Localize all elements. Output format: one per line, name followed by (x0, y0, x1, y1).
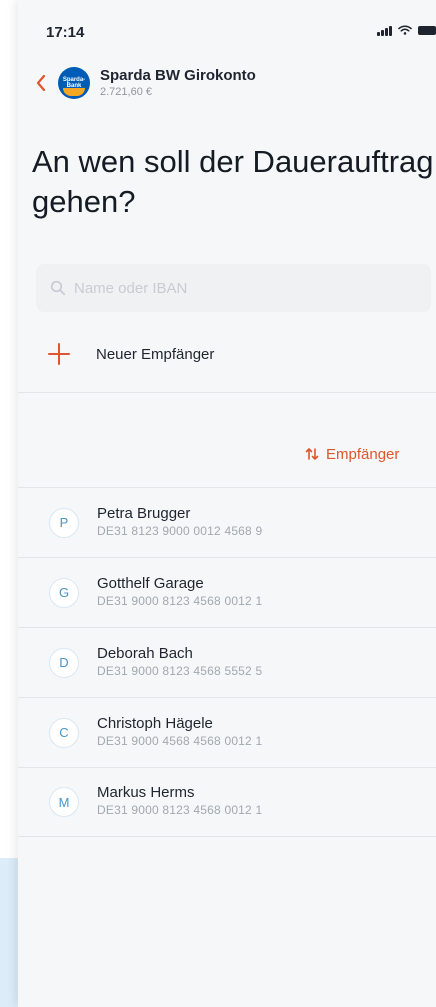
new-recipient-label: Neuer Empfänger (96, 345, 215, 363)
page-title: An wen soll der Dauerauftrag gehen? (32, 144, 434, 219)
sort-button[interactable]: Empfänger (304, 440, 399, 468)
recipient-row[interactable]: G Gotthelf Garage DE31 9000 8123 4568 00… (18, 557, 436, 627)
plus-icon (48, 343, 70, 365)
account-name: Sparda BW Girokonto (100, 67, 256, 84)
sort-label: Empfänger (326, 445, 400, 463)
status-time: 17:14 (46, 24, 85, 41)
recipient-details: Gotthelf Garage DE31 9000 8123 4568 0012… (97, 574, 262, 609)
recipient-row[interactable]: M Markus Herms DE31 9000 8123 4568 0012 … (18, 767, 436, 837)
chevron-left-icon[interactable] (32, 72, 50, 94)
recipient-details: Petra Brugger DE31 8123 9000 0012 4568 9 (97, 504, 262, 539)
recipient-iban: DE31 9000 8123 4568 0012 1 (97, 803, 263, 817)
status-icons (377, 24, 436, 36)
recipient-name: Christoph Hägele (97, 714, 213, 732)
avatar: P (49, 507, 79, 538)
recipient-list: P Petra Brugger DE31 8123 9000 0012 4568… (18, 487, 436, 837)
background-accent (0, 858, 18, 1007)
battery-icon (418, 25, 436, 35)
new-recipient-button[interactable]: Neuer Empfänger (18, 330, 436, 378)
recipient-iban: DE31 9000 4568 4568 0012 1 (97, 733, 263, 748)
bank-logo: Sparda-Bank (58, 67, 90, 99)
search-icon (50, 280, 66, 296)
sort-icon (305, 448, 319, 460)
recipient-iban: DE31 8123 9000 0012 4568 9 (97, 523, 263, 538)
bank-logo-sun (63, 88, 85, 96)
recipient-row[interactable]: C Christoph Hägele DE31 9000 4568 4568 0… (18, 697, 436, 767)
avatar: M (49, 787, 79, 817)
account-balance: 2.721,60 € (100, 86, 152, 98)
phone-screen: 17:14 Sparda-Bank Sparda BW Girokonto 2.… (18, 0, 436, 1007)
account-info: Sparda BW Girokonto 2.721,60 € (100, 67, 256, 99)
divider (18, 392, 436, 393)
search-placeholder: Name oder IBAN (74, 279, 188, 297)
recipient-name: Petra Brugger (97, 504, 191, 522)
recipient-details: Deborah Bach DE31 9000 8123 4568 5552 5 (97, 644, 262, 679)
avatar: D (49, 647, 79, 678)
avatar: C (49, 717, 79, 748)
recipient-iban: DE31 9000 8123 4568 0012 1 (97, 593, 263, 608)
recipient-details: Christoph Hägele DE31 9000 4568 4568 001… (97, 714, 262, 749)
recipient-iban: DE31 9000 8123 4568 5552 5 (97, 663, 263, 678)
wifi-icon (398, 25, 412, 35)
recipient-name: Deborah Bach (97, 644, 193, 662)
recipient-details: Markus Herms DE31 9000 8123 4568 0012 1 (97, 783, 262, 818)
recipient-name: Markus Herms (97, 784, 195, 801)
signal-icon (377, 24, 392, 36)
recipient-row[interactable]: D Deborah Bach DE31 9000 8123 4568 5552 … (18, 627, 436, 697)
avatar: G (49, 577, 79, 608)
recipient-row[interactable]: P Petra Brugger DE31 8123 9000 0012 4568… (18, 487, 436, 557)
account-header: Sparda-Bank Sparda BW Girokonto 2.721,60… (32, 62, 256, 104)
search-input[interactable]: Name oder IBAN (36, 264, 431, 312)
recipient-name: Gotthelf Garage (97, 574, 204, 592)
screen: 17:14 Sparda-Bank Sparda BW Girokonto 2.… (0, 0, 436, 1007)
